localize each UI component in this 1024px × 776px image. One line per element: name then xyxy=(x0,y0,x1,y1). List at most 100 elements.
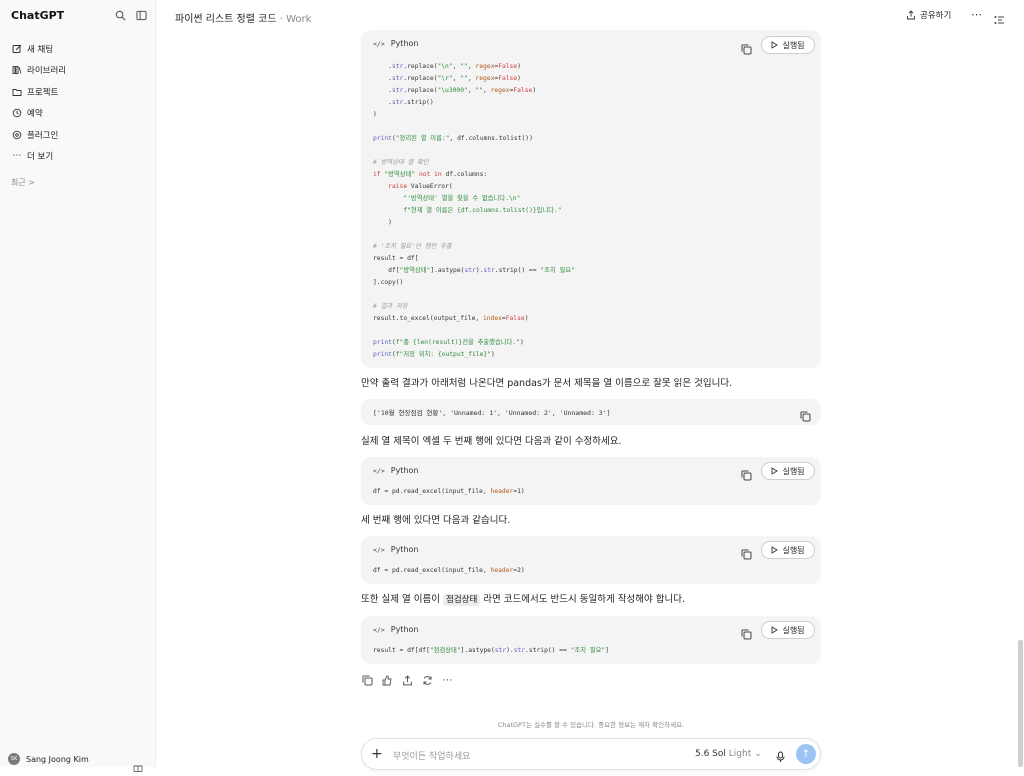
sidebar-item-plugins[interactable]: 플러그인 xyxy=(6,124,150,146)
sidebar-item-label: 예약 xyxy=(27,109,43,120)
copy-icon[interactable] xyxy=(741,40,753,55)
plugin-icon xyxy=(11,129,23,141)
sidebar-toggle-icon[interactable] xyxy=(134,8,148,22)
chevron-down-icon: ⌄ xyxy=(754,749,762,759)
sidebar-item-label: 라이브러리 xyxy=(27,66,67,77)
code-language: Python xyxy=(390,545,419,554)
user-name: Sang Joong Kim xyxy=(26,754,89,764)
inline-code: 점검상태 xyxy=(443,594,481,606)
add-attachment-icon[interactable]: + xyxy=(371,746,383,762)
sidebar-item-label: 새 채팅 xyxy=(27,44,54,55)
share-button[interactable]: 공유하기 xyxy=(906,9,951,21)
assistant-paragraph: 또한 실제 열 이름이 점검상태 라면 코드에서도 반드시 동일하게 작성해야 … xyxy=(361,591,685,606)
message-input[interactable]: 무엇이든 작업하세요 xyxy=(393,749,470,762)
run-label: 실행됨 xyxy=(782,625,805,635)
play-icon xyxy=(772,626,779,634)
more-icon[interactable]: ⋯ xyxy=(441,674,454,687)
play-icon xyxy=(772,467,779,475)
sidebar-item-projects[interactable]: 프로젝트 xyxy=(6,81,150,103)
disclaimer: ChatGPT는 실수를 할 수 있습니다. 중요한 정보는 재차 확인하세요. xyxy=(497,721,685,729)
new-chat-icon xyxy=(11,43,23,55)
project-name: Work xyxy=(286,14,312,25)
sidebar-item-scheduled[interactable]: 예약 xyxy=(6,103,150,125)
chat-title-text: 파이썬 리스트 정렬 코드 xyxy=(175,14,277,25)
code-language: Python xyxy=(390,625,419,634)
chat-header: 파이썬 리스트 정렬 코드 · Work 공유하기 ⋯ xyxy=(156,0,1024,32)
feedback-icon[interactable] xyxy=(381,674,394,687)
code-block: </> Python 실행됨 df = pd.read_excel(input_… xyxy=(361,457,821,505)
code-content[interactable]: .str.replace("\n", "", regex=False) .str… xyxy=(373,61,575,361)
assistant-paragraph: 만약 출력 결과가 아래처럼 나온다면 pandas가 문서 제목을 열 이름으… xyxy=(361,378,733,389)
regenerate-icon[interactable] xyxy=(421,674,434,687)
code-icon: </> xyxy=(373,39,385,48)
code-language: Python xyxy=(390,466,419,475)
run-button[interactable]: 실행됨 xyxy=(761,462,815,480)
code-block: </> Python 실행됨 result = df[df["점검상태"].as… xyxy=(361,616,821,664)
code-content[interactable]: df = pd.read_excel(input_file, header=2) xyxy=(373,565,525,577)
code-block-header: </> Python xyxy=(373,466,418,475)
sidebar-item-label: 플러그인 xyxy=(27,130,59,141)
run-button[interactable]: 실행됨 xyxy=(761,621,815,639)
share-icon[interactable] xyxy=(401,674,414,687)
code-block: </> Python 실행됨 .str.replace("\n", "", re… xyxy=(361,30,821,368)
send-button[interactable]: ↑ xyxy=(796,744,816,764)
side-panel-icon[interactable] xyxy=(994,10,1005,29)
more-icon: ⋯ xyxy=(12,151,22,162)
code-icon: </> xyxy=(373,545,385,554)
sidebar-item-label: 더 보기 xyxy=(27,152,54,163)
model-variant: Light xyxy=(728,749,752,759)
code-block: </> Python 실행됨 df = pd.read_excel(input_… xyxy=(361,536,821,584)
play-icon xyxy=(772,41,779,49)
copy-icon[interactable] xyxy=(361,674,374,687)
run-button[interactable]: 실행됨 xyxy=(761,541,815,559)
run-label: 실행됨 xyxy=(782,545,805,555)
composer: + 무엇이든 작업하세요 5.6 Sol Light ⌄ ↑ xyxy=(361,738,821,770)
share-icon xyxy=(907,10,915,20)
message-actions: ⋯ xyxy=(361,674,454,687)
clock-icon xyxy=(11,107,23,119)
sidebar-nav: 새 채팅 라이브러리 프로젝트 예약 플러그인 ⋯ 더 보기 xyxy=(6,38,150,167)
assistant-paragraph: 세 번째 행에 있다면 다음과 같습니다. xyxy=(361,515,511,526)
assistant-paragraph: 실제 열 제목이 엑셀 두 번째 행에 있다면 다음과 같이 수정하세요. xyxy=(361,436,622,447)
recent-section-header[interactable]: 최근 > xyxy=(11,177,35,188)
chat-title[interactable]: 파이썬 리스트 정렬 코드 · Work xyxy=(175,10,311,25)
run-button[interactable]: 실행됨 xyxy=(761,36,815,54)
output-code-block: ['10월 현장점검 현황', 'Unnamed: 1', 'Unnamed: … xyxy=(361,399,821,425)
code-content[interactable]: result = df[df["점검상태"].astype(str).str.s… xyxy=(373,645,609,657)
sidebar-item-label: 프로젝트 xyxy=(27,87,59,98)
code-icon: </> xyxy=(373,466,385,475)
sidebar: ChatGPT 새 채팅 라이브러리 프로젝트 예약 플러그인 ⋯ 더 보기 최… xyxy=(0,0,156,772)
sidebar-item-library[interactable]: 라이브러리 xyxy=(6,60,150,82)
code-block-header: </> Python xyxy=(373,545,418,554)
sidebar-item-more[interactable]: ⋯ 더 보기 xyxy=(6,146,150,168)
code-icon: </> xyxy=(373,625,385,634)
model-selector[interactable]: 5.6 Sol Light ⌄ xyxy=(695,749,762,759)
paragraph-text: 또한 실제 열 이름이 xyxy=(361,594,443,605)
microphone-icon[interactable] xyxy=(776,748,785,767)
copy-icon[interactable] xyxy=(741,466,753,481)
more-options-icon[interactable]: ⋯ xyxy=(971,8,982,21)
title-separator: · xyxy=(279,14,283,25)
folder-icon xyxy=(11,86,23,98)
library-icon xyxy=(11,64,23,76)
run-label: 실행됨 xyxy=(782,466,805,476)
user-profile[interactable]: SK Sang Joong Kim xyxy=(8,753,89,765)
avatar: SK xyxy=(8,753,20,765)
play-icon xyxy=(772,546,779,554)
code-block-header: </> Python xyxy=(373,625,418,634)
copy-icon[interactable] xyxy=(741,545,753,560)
app-brand[interactable]: ChatGPT xyxy=(11,9,64,22)
scrollbar[interactable] xyxy=(1018,640,1023,767)
share-label: 공유하기 xyxy=(920,11,952,21)
paragraph-text: 라면 코드에서도 반드시 동일하게 작성해야 합니다. xyxy=(480,594,685,605)
run-label: 실행됨 xyxy=(782,40,805,50)
copy-icon[interactable] xyxy=(741,625,753,640)
model-name: 5.6 Sol xyxy=(695,749,726,759)
code-language: Python xyxy=(390,39,419,48)
copy-icon[interactable] xyxy=(800,407,811,426)
sidebar-item-new-chat[interactable]: 새 채팅 xyxy=(6,38,150,60)
output-code[interactable]: ['10월 현장점검 현황', 'Unnamed: 1', 'Unnamed: … xyxy=(373,407,611,417)
code-content[interactable]: df = pd.read_excel(input_file, header=1) xyxy=(373,486,525,498)
search-icon[interactable] xyxy=(113,8,127,22)
code-block-header: </> Python xyxy=(373,39,418,48)
